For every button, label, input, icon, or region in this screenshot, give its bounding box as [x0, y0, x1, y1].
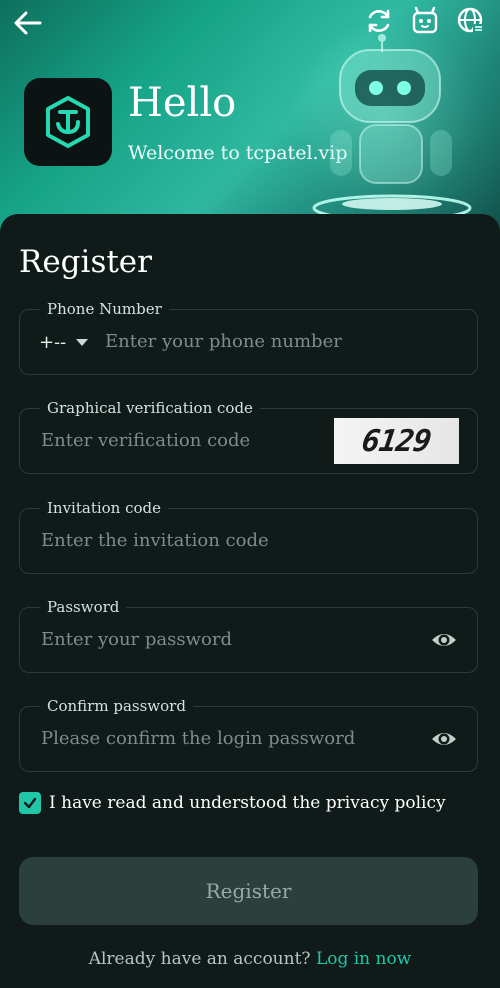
- password-field: Password: [19, 598, 478, 673]
- register-button[interactable]: Register: [19, 857, 478, 925]
- privacy-policy-text: I have read and understood the privacy p…: [49, 793, 446, 813]
- register-card: Register Phone Number +-- Graphical veri…: [0, 214, 500, 988]
- verification-input[interactable]: [41, 409, 321, 473]
- app-logo: [24, 78, 112, 166]
- confirm-password-input[interactable]: [41, 707, 421, 771]
- login-prompt-text: Already have an account?: [88, 949, 311, 969]
- country-code-select[interactable]: +--: [39, 310, 89, 374]
- verification-field: Graphical verification code 6129: [19, 399, 478, 474]
- arrow-left-icon[interactable]: [12, 8, 44, 38]
- captcha-image[interactable]: 6129: [334, 418, 459, 464]
- invitation-input[interactable]: [41, 509, 421, 573]
- hero-title: Hello: [128, 80, 237, 126]
- eye-icon[interactable]: [431, 627, 457, 653]
- robot-illustration: [312, 34, 472, 220]
- form-title: Register: [19, 244, 152, 280]
- privacy-checkbox[interactable]: [19, 792, 41, 814]
- captcha-text: 6129: [359, 423, 434, 459]
- logo-icon: [46, 96, 90, 148]
- confirm-password-field: Confirm password: [19, 697, 478, 772]
- phone-field: Phone Number +--: [19, 300, 478, 375]
- login-prompt-row: Already have an account? Log in now: [0, 949, 500, 969]
- country-code-value: +--: [39, 331, 67, 353]
- phone-input[interactable]: [105, 310, 455, 374]
- password-input[interactable]: [41, 608, 421, 672]
- check-icon: [23, 797, 37, 809]
- chevron-down-icon: [76, 338, 89, 346]
- invitation-field: Invitation code: [19, 499, 478, 574]
- privacy-policy-row: I have read and understood the privacy p…: [19, 792, 446, 814]
- eye-icon[interactable]: [431, 726, 457, 752]
- hero-banner: Hello Welcome to tcpatel.vip: [0, 0, 500, 240]
- login-link[interactable]: Log in now: [316, 949, 411, 969]
